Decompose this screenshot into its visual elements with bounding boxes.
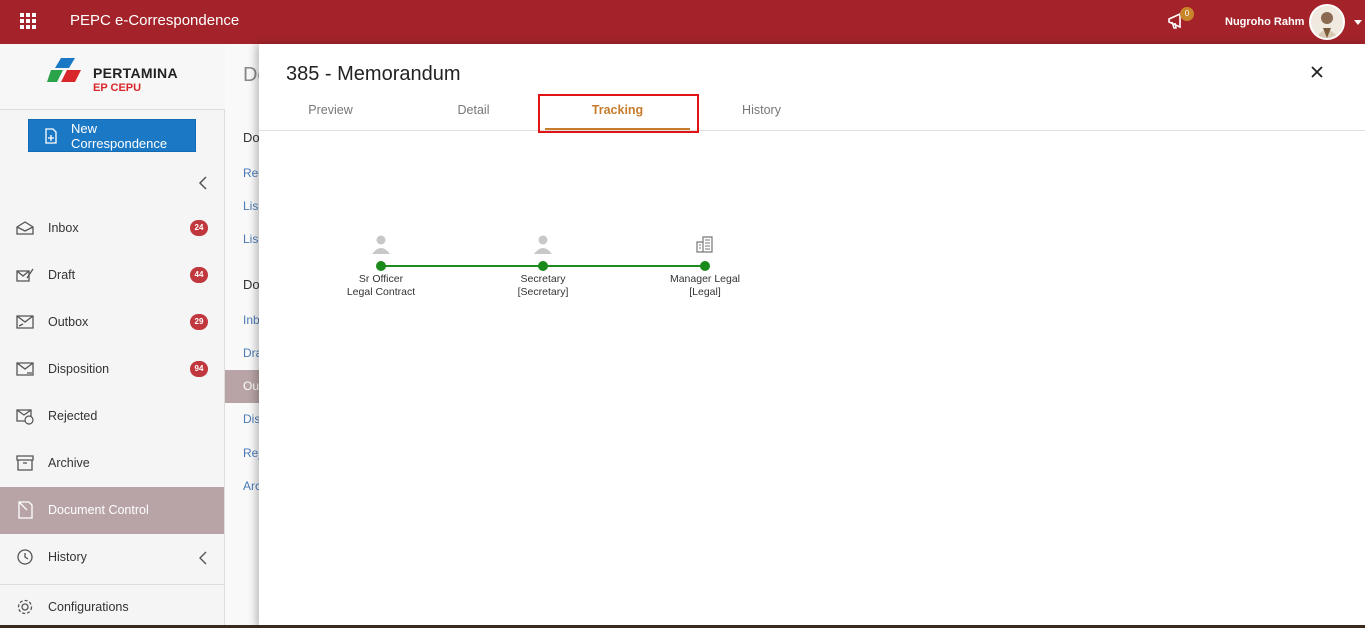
inbox-icon	[16, 221, 34, 235]
sidebar-item-label: Outbox	[48, 315, 89, 329]
bg-link[interactable]: Lis	[243, 199, 258, 213]
bg-section-heading: Do	[243, 130, 260, 145]
logo-subtitle: EP CEPU	[93, 82, 142, 94]
history-icon	[17, 549, 33, 565]
user-menu-caret-icon[interactable]	[1354, 20, 1362, 25]
new-document-icon	[45, 128, 57, 144]
notification-badge: 0	[1180, 7, 1194, 21]
apps-grid-icon[interactable]	[20, 13, 38, 31]
tracking-unit: [Legal]	[689, 285, 721, 298]
count-badge: 24	[190, 220, 208, 236]
document-detail-modal: 385 - Memorandum Preview Detail Tracking…	[259, 44, 1365, 628]
tracking-role: Manager Legal	[669, 273, 741, 285]
archive-icon	[16, 455, 34, 471]
tab-preview[interactable]: Preview	[259, 92, 402, 131]
close-icon	[1311, 66, 1323, 78]
tracking-unit: Legal Contract	[346, 285, 416, 298]
bg-link[interactable]: Dis	[243, 412, 260, 426]
logo-name: PERTAMINA	[93, 65, 178, 81]
app-title: PEPC e-Correspondence	[70, 12, 240, 29]
bg-link[interactable]: Ou	[243, 379, 259, 393]
sidebar-item-label: Rejected	[48, 409, 98, 423]
company-logo: PERTAMINA EP CEPU	[0, 44, 225, 110]
count-badge: 44	[190, 267, 208, 283]
tracking-node[interactable]	[538, 261, 548, 271]
tracking-unit: [Secretary]	[517, 285, 569, 298]
tab-bar: Preview Detail Tracking History	[259, 92, 1365, 131]
sidebar-item-draft[interactable]: Draft 44	[0, 252, 224, 299]
count-badge: 94	[190, 361, 208, 377]
disposition-icon	[16, 362, 34, 376]
tracking-node[interactable]	[700, 261, 710, 271]
document-control-icon	[18, 501, 33, 519]
count-badge: 29	[190, 314, 208, 330]
tab-history[interactable]: History	[690, 92, 833, 131]
tracking-label: Manager Legal [Legal]	[640, 273, 770, 298]
close-button[interactable]	[1309, 64, 1325, 80]
chevron-left-icon	[199, 551, 207, 565]
sidebar-item-label: Draft	[48, 268, 76, 282]
sidebar-item-label: Document Control	[48, 503, 149, 517]
sidebar: PERTAMINA EP CEPU New Correspondence Inb…	[0, 44, 225, 628]
gear-icon	[17, 599, 33, 615]
sidebar-item-configurations[interactable]: Configurations	[0, 584, 224, 628]
building-icon	[696, 236, 713, 253]
person-icon	[372, 235, 390, 254]
sidebar-item-label: History	[48, 550, 87, 564]
tab-highlight-box	[538, 94, 699, 133]
sidebar-item-document-control[interactable]: Document Control	[0, 487, 224, 534]
sidebar-item-rejected[interactable]: Rejected	[0, 393, 224, 440]
sidebar-item-label: Archive	[48, 456, 90, 470]
sidebar-item-archive[interactable]: Archive	[0, 440, 224, 487]
sidebar-item-label: Inbox	[48, 221, 79, 235]
sidebar-item-label: Disposition	[48, 362, 110, 376]
modal-title: 385 - Memorandum	[286, 63, 461, 85]
draft-icon	[16, 268, 34, 282]
user-name[interactable]: Nugroho Rahm	[1225, 16, 1304, 28]
tracking-role: Sr Officer	[358, 273, 404, 285]
outbox-icon	[16, 315, 34, 329]
sidebar-item-label: Configurations	[48, 600, 129, 614]
tab-detail[interactable]: Detail	[402, 92, 545, 131]
bg-section-heading: Do	[243, 277, 260, 292]
tracking-label: Secretary [Secretary]	[478, 273, 608, 298]
tracking-connector	[381, 265, 543, 267]
bg-link[interactable]: Lis	[243, 232, 258, 246]
sidebar-item-disposition[interactable]: Disposition 94	[0, 346, 224, 393]
sidebar-item-history[interactable]: History	[0, 534, 224, 581]
tracking-node[interactable]	[376, 261, 386, 271]
new-correspondence-button[interactable]: New Correspondence	[28, 119, 196, 152]
sidebar-item-outbox[interactable]: Outbox 29	[0, 299, 224, 346]
tracking-role: Secretary	[520, 273, 566, 285]
top-bar: PEPC e-Correspondence 0 Nugroho Rahm	[0, 0, 1365, 44]
tracking-label: Sr Officer Legal Contract	[316, 273, 446, 298]
sidebar-item-inbox[interactable]: Inbox 24	[0, 205, 224, 252]
bg-link[interactable]: Inb	[243, 313, 260, 327]
new-correspondence-label: New Correspondence	[71, 120, 168, 151]
pertamina-logo-icon	[47, 58, 81, 82]
tracking-connector	[543, 265, 705, 267]
person-icon	[534, 235, 552, 254]
rejected-icon	[16, 409, 34, 425]
avatar[interactable]	[1309, 4, 1345, 40]
collapse-sidebar-chevron-icon[interactable]	[196, 175, 210, 191]
